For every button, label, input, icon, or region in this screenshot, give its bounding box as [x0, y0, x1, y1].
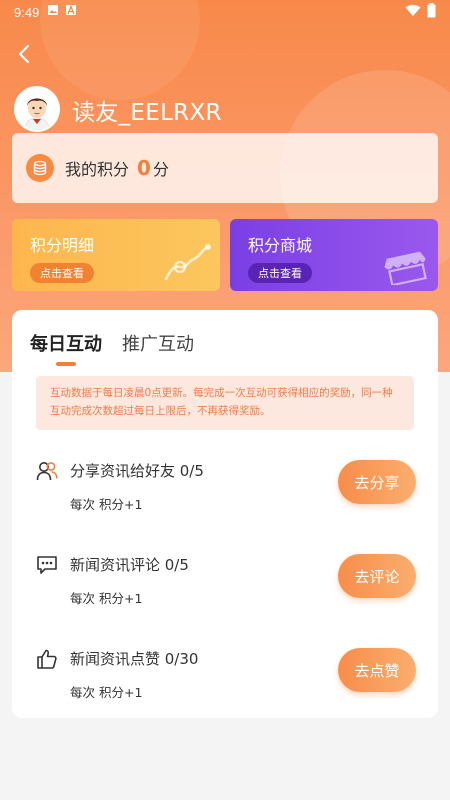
tab-daily-interaction[interactable]: 每日互动	[30, 330, 102, 366]
comment-icon	[36, 554, 58, 576]
points-mall-title: 积分商城	[248, 236, 313, 255]
task-name: 新闻资讯评论 0/5	[70, 556, 189, 574]
chevron-left-icon	[17, 44, 31, 68]
task-share: 分享资讯给好友 0/5 每次 积分+1 去分享	[36, 456, 416, 536]
shop-icon	[378, 241, 432, 289]
tab-label: 推广互动	[122, 334, 194, 355]
username: 读友_EELRXR	[72, 100, 222, 126]
back-button[interactable]	[10, 42, 38, 70]
tab-promotion-interaction[interactable]: 推广互动	[122, 330, 194, 356]
comment-button[interactable]: 去评论	[338, 554, 416, 598]
points-unit: 分	[152, 160, 169, 179]
tab-label: 每日互动	[30, 334, 102, 355]
wifi-icon	[405, 4, 421, 21]
points-value: 0	[137, 156, 151, 180]
task-reward: 每次 积分+1	[70, 497, 143, 512]
image-icon	[47, 4, 59, 20]
points-detail-card[interactable]: 积分明细 点击查看	[12, 219, 220, 291]
points-detail-title: 积分明细	[30, 236, 95, 255]
points-label: 我的积分	[65, 160, 130, 179]
task-reward: 每次 积分+1	[70, 591, 143, 606]
notice-text: 互动数据于每日凌晨0点更新。每完成一次互动可获得相应的奖励，同一种互动完成次数超…	[36, 376, 414, 430]
coin-stack-icon	[26, 154, 54, 182]
battery-icon	[427, 2, 436, 22]
task-comment: 新闻资讯评论 0/5 每次 积分+1 去评论	[36, 550, 416, 630]
route-icon	[160, 241, 214, 289]
points-detail-button[interactable]: 点击查看	[30, 263, 94, 283]
thumbs-up-icon	[36, 648, 58, 670]
status-time: 9:49	[14, 4, 40, 20]
points-card: 我的积分 0 分	[12, 133, 438, 203]
like-button[interactable]: 去点赞	[338, 648, 416, 692]
task-reward: 每次 积分+1	[70, 685, 143, 700]
task-name: 新闻资讯点赞 0/30	[70, 650, 199, 668]
task-name: 分享资讯给好友 0/5	[70, 462, 204, 480]
tab-bar: 每日互动 推广互动	[30, 330, 194, 366]
share-button[interactable]: 去分享	[338, 460, 416, 504]
status-bar: 9:49	[0, 0, 450, 24]
points-mall-card[interactable]: 积分商城 点击查看	[230, 219, 438, 291]
task-like: 新闻资讯点赞 0/30 每次 积分+1 去点赞	[36, 644, 416, 724]
users-icon	[36, 460, 58, 482]
font-icon	[65, 4, 77, 20]
task-panel: 每日互动 推广互动 互动数据于每日凌晨0点更新。每完成一次互动可获得相应的奖励，…	[12, 310, 438, 718]
tab-indicator	[56, 362, 76, 366]
points-mall-button[interactable]: 点击查看	[248, 263, 312, 283]
user-avatar-icon	[16, 88, 58, 130]
avatar[interactable]	[14, 86, 60, 132]
